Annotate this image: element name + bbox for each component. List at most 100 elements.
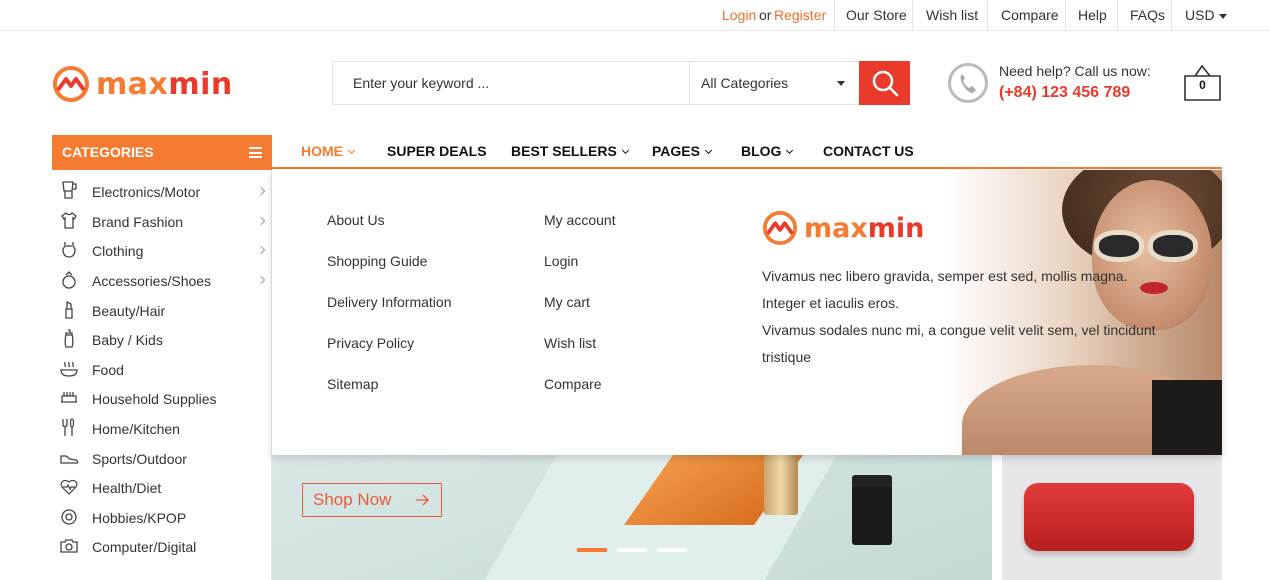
mega-link[interactable]: Privacy Policy [327,335,414,351]
sunglasses-right [1148,230,1198,262]
category-label: Sports/Outdoor [92,451,187,467]
chevron-right-icon [256,275,266,285]
mega-link[interactable]: Delivery Information [327,294,452,310]
logo-icon [762,210,798,246]
category-item[interactable]: Household Supplies [52,384,272,414]
register-link[interactable]: Register [774,0,826,30]
model-photo-top [1152,380,1222,455]
category-item[interactable]: Computer/Digital [52,532,272,562]
site-logo[interactable]: maxmin [52,63,233,105]
nav-home[interactable]: HOME [301,135,356,167]
chevron-down-icon [786,146,794,155]
sunglasses-left [1094,230,1144,262]
logo-icon [53,66,89,102]
mega-link[interactable]: Login [544,253,578,269]
divider [834,0,835,30]
dress-icon [62,242,76,258]
category-select-label: All Categories [701,75,789,91]
search-input[interactable] [333,62,689,104]
mega-link[interactable]: My cart [544,294,590,310]
category-item[interactable]: Food [52,355,272,385]
our-store-link[interactable]: Our Store [846,0,907,30]
category-list: Electronics/Motor Brand Fashion Clothing… [52,170,272,580]
perfume-bottle [852,475,892,545]
mega-link[interactable]: Wish list [544,335,596,351]
slider-dot[interactable] [657,548,687,552]
cart-button[interactable]: 0 [1183,64,1222,102]
category-label: Health/Diet [92,480,162,496]
help-phone[interactable]: (+84) 123 456 789 [999,84,1130,102]
mega-logo: maxmin [762,210,924,246]
categories-title: CATEGORIES [62,144,154,160]
arrow-right-icon [416,494,429,506]
login-link[interactable]: Login [722,0,756,30]
category-item[interactable]: Sports/Outdoor [52,444,272,474]
tshirt-icon [61,212,77,229]
category-label: Electronics/Motor [92,184,201,200]
category-item[interactable]: Beauty/Hair [52,296,272,326]
category-select[interactable]: All Categories [689,62,859,104]
search-button[interactable] [859,61,910,105]
category-label: Hobbies/KPOP [92,510,187,526]
or-text: or [759,7,772,23]
mega-link[interactable]: About Us [327,212,385,228]
divider [1171,0,1172,30]
currency-select[interactable]: USD [1185,0,1227,30]
mega-description: Vivamus nec libero gravida, semper est s… [762,268,1128,311]
menu-icon [249,147,262,158]
heart-pulse-icon [60,479,78,495]
help-link[interactable]: Help [1078,0,1107,30]
categories-toggle[interactable]: CATEGORIES [52,135,272,170]
nav-super-deals[interactable]: SUPER DEALS [387,135,487,167]
chevron-down-icon [704,146,713,155]
chevron-down-icon [621,146,629,155]
category-label: Household Supplies [92,391,217,407]
nav-blog[interactable]: BLOG [741,135,794,167]
category-item[interactable]: Clothing [52,236,272,266]
chevron-right-icon [256,216,266,226]
category-label: Food [92,362,124,378]
camera-icon [60,539,78,553]
main-nav: HOME SUPER DEALS BEST SELLERS PAGES BLOG… [272,135,1222,169]
cart-count: 0 [1199,78,1206,92]
slider-dot-active[interactable] [577,548,607,552]
mega-link[interactable]: Sitemap [327,376,378,392]
category-label: Accessories/Shoes [92,273,212,289]
baby-bottle-icon [64,329,74,348]
category-item[interactable]: Accessories/Shoes [52,266,272,296]
kitchen-icon [62,418,75,436]
divider [987,0,988,30]
nav-best-sellers[interactable]: BEST SELLERS [511,135,629,167]
ring-icon [62,271,76,289]
food-icon [60,361,78,377]
faqs-link[interactable]: FAQs [1130,0,1165,30]
mega-logo-wordmark: maxmin [804,212,925,244]
category-item[interactable]: Home/Kitchen [52,414,272,444]
phone-icon [948,63,988,103]
mega-description: Vivamus sodales nunc mi, a congue velit … [762,322,1156,365]
divider [1117,0,1118,30]
wish-list-link[interactable]: Wish list [926,0,978,30]
category-label: Clothing [92,243,144,259]
caret-down-icon [1218,13,1227,19]
category-item[interactable]: Electronics/Motor [52,177,272,207]
shoe-icon [60,455,78,464]
divider [912,0,913,30]
shop-now-button[interactable]: Shop Now [302,483,442,517]
category-item[interactable]: Baby / Kids [52,325,272,355]
compare-link[interactable]: Compare [1001,0,1059,30]
slider-dot[interactable] [617,548,647,552]
category-item[interactable]: Brand Fashion [52,207,272,237]
nav-pages[interactable]: PAGES [652,135,713,167]
category-label: Brand Fashion [92,214,184,230]
mega-link[interactable]: Shopping Guide [327,253,427,269]
currency-label: USD [1185,7,1215,23]
category-item[interactable]: Health/Diet [52,473,272,503]
side-banner[interactable] [1002,455,1222,580]
household-icon [61,392,77,403]
category-label: Home/Kitchen [92,421,180,437]
mega-link[interactable]: My account [544,212,616,228]
nav-contact[interactable]: CONTACT US [823,135,914,167]
mega-link[interactable]: Compare [544,376,602,392]
category-item[interactable]: Hobbies/KPOP [52,503,272,533]
